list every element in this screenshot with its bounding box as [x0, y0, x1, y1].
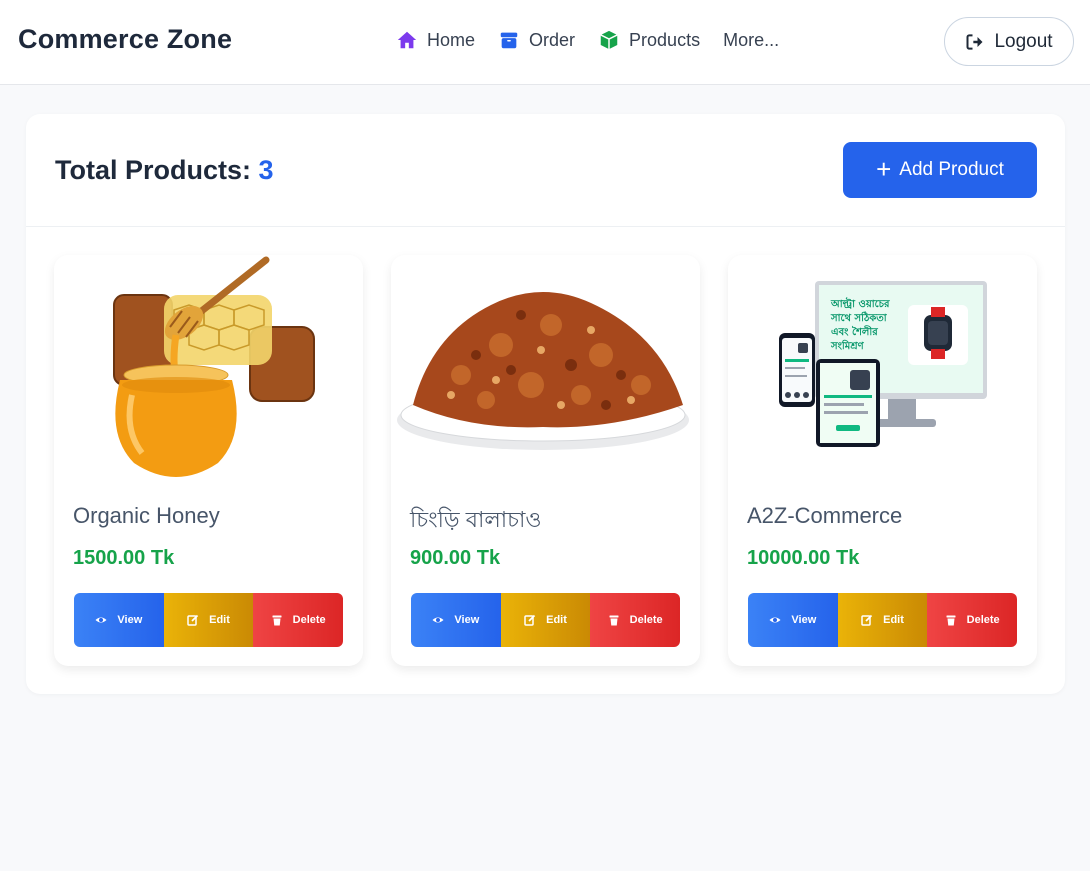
nav-order-label: Order: [529, 29, 576, 50]
edit-icon: [524, 614, 536, 626]
nav-home-label: Home: [427, 29, 476, 50]
nav-order[interactable]: Order: [498, 29, 575, 51]
edit-label: Edit: [209, 614, 230, 626]
logout-label: Logout: [994, 30, 1053, 52]
delete-button[interactable]: Delete: [590, 593, 680, 647]
trash-icon: [608, 614, 620, 626]
product-price: 1500.00 Tk: [73, 547, 175, 569]
delete-label: Delete: [292, 614, 326, 626]
view-label: View: [791, 614, 817, 626]
product-name: Organic Honey: [73, 503, 220, 528]
edit-icon: [861, 614, 873, 626]
add-product-label: Add Product: [899, 159, 1004, 180]
view-label: View: [117, 614, 143, 626]
mockup-headline-2: সাথে সঠিকতা: [830, 310, 888, 324]
product-image-balachao[interactable]: [391, 255, 700, 485]
mockup-headline-4: সংমিশ্রণ: [830, 339, 865, 352]
view-button[interactable]: View: [748, 593, 838, 647]
nav-more-label: More...: [723, 29, 780, 50]
nav-products[interactable]: Products: [598, 29, 700, 51]
total-products: Total Products: 3: [55, 155, 274, 186]
trash-icon: [271, 614, 283, 626]
product-name: A2Z-Commerce: [747, 503, 903, 528]
plus-icon: +: [876, 153, 892, 184]
delete-label: Delete: [629, 614, 663, 626]
add-product-button[interactable]: + Add Product: [843, 142, 1037, 198]
mockup-headline-1: আল্ট্রা ওয়াচের: [830, 296, 890, 310]
brand-logo[interactable]: Commerce Zone: [18, 24, 232, 55]
product-actions: View Edit Delete: [411, 593, 680, 647]
product-actions: View Edit Delete: [74, 593, 343, 647]
product-name: চিংড়ি বালাচাও: [410, 507, 542, 532]
edit-button[interactable]: Edit: [837, 593, 928, 647]
eye-icon: [432, 614, 444, 626]
edit-button[interactable]: Edit: [163, 593, 254, 647]
view-button[interactable]: View: [411, 593, 501, 647]
edit-label: Edit: [546, 614, 567, 626]
view-label: View: [454, 614, 480, 626]
product-card: আল্ট্রা ওয়াচের সাথে সঠিকতা এবং শৈলীর সং…: [728, 255, 1037, 666]
delete-button[interactable]: Delete: [927, 593, 1017, 647]
main-nav: Home Order Products More...: [396, 26, 779, 54]
total-products-count: 3: [258, 155, 274, 185]
edit-label: Edit: [883, 614, 904, 626]
edit-icon: [187, 614, 199, 626]
box-icon: [498, 29, 520, 51]
delete-label: Delete: [966, 614, 1000, 626]
logout-button[interactable]: Logout: [944, 17, 1074, 66]
nav-home[interactable]: Home: [396, 29, 475, 51]
products-panel: Total Products: 3 + Add Product Organic …: [26, 114, 1065, 694]
eye-icon: [95, 614, 107, 626]
total-products-label: Total Products:: [55, 155, 252, 185]
product-image-a2z[interactable]: আল্ট্রা ওয়াচের সাথে সঠিকতা এবং শৈলীর সং…: [728, 255, 1037, 485]
top-navbar: Commerce Zone Home Order Products More..…: [0, 0, 1090, 85]
trash-icon: [945, 614, 957, 626]
panel-header: Total Products: 3 + Add Product: [26, 114, 1065, 227]
home-icon: [396, 29, 418, 51]
mockup-headline-3: এবং শৈলীর: [831, 324, 878, 338]
product-price: 10000.00 Tk: [747, 547, 860, 569]
product-card: Organic Honey 1500.00 Tk View Edit Delet…: [54, 255, 363, 666]
edit-button[interactable]: Edit: [500, 593, 591, 647]
nav-products-label: Products: [629, 29, 701, 50]
product-actions: View Edit Delete: [748, 593, 1017, 647]
eye-icon: [769, 614, 781, 626]
cube-icon: [598, 29, 620, 51]
sign-out-icon: [965, 32, 985, 52]
nav-more[interactable]: More...: [723, 30, 779, 51]
product-card: চিংড়ি বালাচাও 900.00 Tk View Edit Delet…: [391, 255, 700, 666]
delete-button[interactable]: Delete: [253, 593, 343, 647]
product-price: 900.00 Tk: [410, 547, 501, 569]
view-button[interactable]: View: [74, 593, 164, 647]
product-image-honey[interactable]: [54, 255, 363, 485]
